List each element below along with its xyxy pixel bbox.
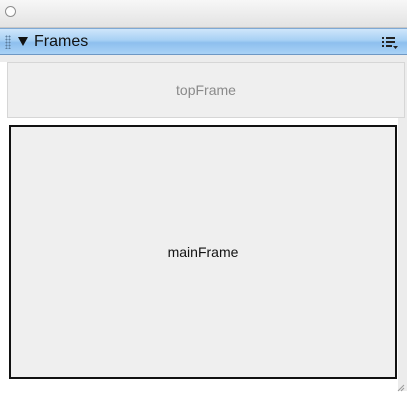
window-title-bar[interactable] <box>0 0 407 28</box>
frames-panel-window: Frames topFrame mainFrame <box>0 0 407 392</box>
frame-top[interactable]: topFrame <box>7 62 405 118</box>
resize-grip-icon[interactable] <box>395 379 405 392</box>
disclosure-triangle-icon[interactable] <box>18 37 28 46</box>
frame-top-label: topFrame <box>176 82 236 98</box>
panel-header[interactable]: Frames <box>0 28 407 55</box>
frame-main-label: mainFrame <box>167 244 239 260</box>
options-menu-icon[interactable] <box>381 35 399 50</box>
frame-main[interactable]: mainFrame <box>9 125 397 379</box>
close-icon[interactable] <box>5 6 16 17</box>
panel-title: Frames <box>34 33 89 50</box>
frames-preview: topFrame mainFrame <box>0 62 405 391</box>
gripper-icon[interactable] <box>5 35 11 49</box>
